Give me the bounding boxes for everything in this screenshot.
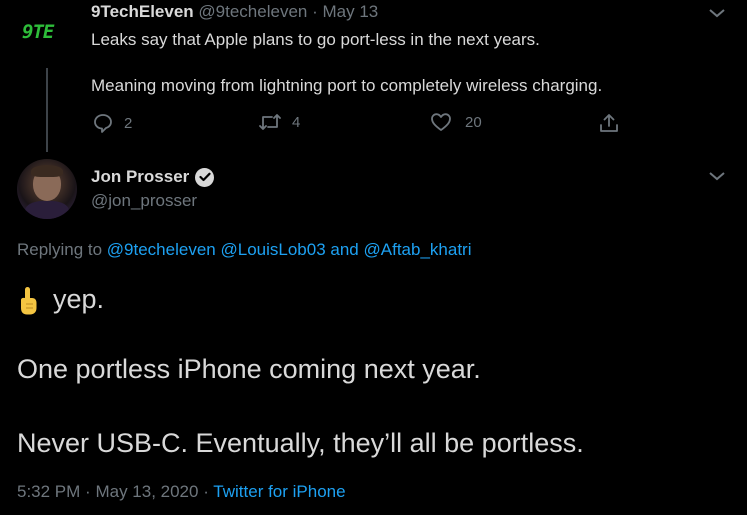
parent-author-name[interactable]: 9TechEleven <box>91 2 194 21</box>
mention-and[interactable]: and <box>330 240 358 259</box>
parent-tweet-text-line2: Meaning moving from lightning port to co… <box>91 76 603 95</box>
author-name-row[interactable]: Jon Prosser <box>91 167 215 187</box>
tweet-text-line2: One portless iPhone coming next year. <box>17 354 481 384</box>
avatar[interactable] <box>17 159 77 219</box>
like-icon <box>430 112 452 132</box>
like-button[interactable]: 20 <box>430 112 482 132</box>
tweet-time[interactable]: 5:32 PM <box>17 482 80 501</box>
parent-tweet-date[interactable]: May 13 <box>323 2 379 21</box>
retweet-button[interactable]: 4 <box>258 112 300 132</box>
retweet-icon <box>258 112 282 132</box>
author-name[interactable]: Jon Prosser <box>91 167 189 187</box>
reply-icon <box>92 112 114 134</box>
meta-separator-2: · <box>203 482 209 501</box>
chevron-down-icon[interactable] <box>708 169 726 187</box>
replying-to: Replying to @9techeleven @LouisLob03 and… <box>17 240 471 260</box>
tweet-text-line1: yep. <box>17 282 104 316</box>
mention-louislob03[interactable]: @LouisLob03 <box>220 240 325 259</box>
tweet-text-line3: Never USB-C. Eventually, they’ll all be … <box>17 428 584 458</box>
author-handle[interactable]: @jon_prosser <box>91 191 197 211</box>
tweet-text-yep: yep. <box>53 284 105 314</box>
header-separator: · <box>312 2 318 21</box>
parent-tweet-header: 9TechEleven @9techeleven · May 13 <box>91 1 378 23</box>
parent-author-handle[interactable]: @9techeleven <box>198 2 307 21</box>
verified-badge-icon <box>195 167 215 187</box>
point-up-emoji <box>17 286 39 316</box>
share-icon <box>598 112 620 134</box>
reply-button[interactable]: 2 <box>92 112 132 134</box>
9techeleven-logo[interactable]: 9TE <box>22 20 66 44</box>
meta-separator: · <box>85 482 91 501</box>
tweet-source-link[interactable]: Twitter for iPhone <box>213 482 345 501</box>
share-button[interactable] <box>598 112 620 134</box>
tweet-date[interactable]: May 13, 2020 <box>95 482 198 501</box>
mention-aftab-khatri[interactable]: @Aftab_khatri <box>364 240 472 259</box>
parent-tweet-text-line1: Leaks say that Apple plans to go port-le… <box>91 30 540 49</box>
chevron-down-icon[interactable] <box>708 6 726 24</box>
tweet-metadata: 5:32 PM · May 13, 2020 · Twitter for iPh… <box>17 482 346 502</box>
like-count: 20 <box>465 113 482 131</box>
mention-9techeleven[interactable]: @9techeleven <box>107 240 216 259</box>
replying-prefix: Replying to <box>17 240 103 259</box>
thread-connector-line <box>46 68 48 152</box>
reply-count: 2 <box>124 114 133 132</box>
retweet-count: 4 <box>292 113 301 131</box>
